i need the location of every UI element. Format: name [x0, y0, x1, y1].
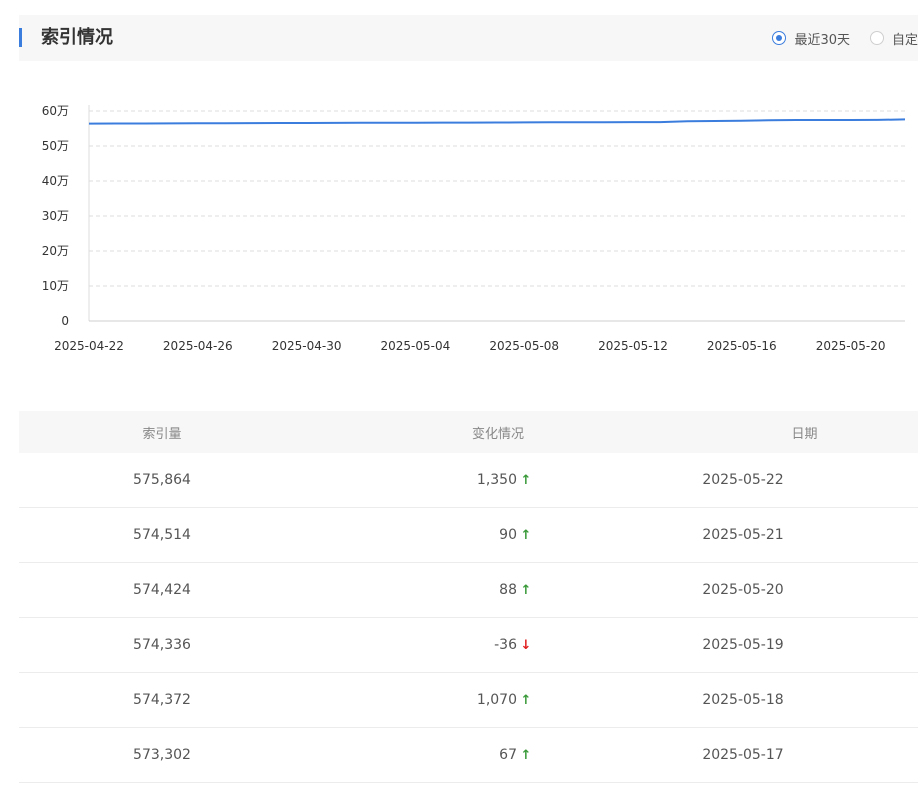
table-row: 573,302 67 ↑ 2025-05-17 [19, 728, 918, 783]
change-value: 90 [499, 527, 517, 543]
col-header-change: 变化情况 [471, 426, 524, 442]
change-value: -36 [494, 637, 517, 653]
cell-change: 88 ↑ [305, 582, 533, 598]
title-accent-bar [19, 28, 22, 47]
chart-svg: 0 10万 20万 30万 40万 50万 60万 2025-04-22 2025-04-26 2… [42, 104, 906, 353]
arrow-up-icon: ↑ [520, 692, 532, 708]
change-value: 1,070 [476, 692, 517, 708]
cell-date: 2025-05-20 [702, 582, 784, 598]
y-tick-label: 20万 [42, 244, 69, 258]
y-tick-label: 50万 [42, 139, 69, 153]
col-header-count: 索引量 [142, 426, 182, 442]
table-row: 574,514 90 ↑ 2025-05-21 [19, 508, 918, 563]
cell-count: 573,302 [133, 747, 191, 763]
table-row: 574,424 88 ↑ 2025-05-20 [19, 563, 918, 618]
cell-date: 2025-05-19 [702, 637, 784, 653]
cell-date: 2025-05-22 [702, 472, 784, 488]
cell-change: 90 ↑ [305, 527, 533, 543]
cell-change: 1,070 ↑ [305, 692, 533, 708]
cell-date: 2025-05-21 [702, 527, 784, 543]
section-title: 索引情况 [41, 27, 113, 48]
radio-last-30-days[interactable]: 最近30天 [772, 29, 850, 48]
change-value: 1,350 [476, 472, 517, 488]
arrow-up-icon: ↑ [520, 582, 532, 598]
table-header: 索引量 变化情况 日期 [19, 411, 918, 453]
x-tick-label: 2025-05-12 [598, 339, 668, 353]
y-tick-label: 40万 [42, 174, 69, 188]
radio-label: 最近30天 [794, 32, 850, 48]
x-tick-label: 2025-04-26 [163, 339, 233, 353]
cell-count: 575,864 [133, 472, 191, 488]
table-row: 574,372 1,070 ↑ 2025-05-18 [19, 673, 918, 728]
cell-count: 574,372 [133, 692, 191, 708]
table-row: 574,336 -36 ↓ 2025-05-19 [19, 618, 918, 673]
arrow-down-icon: ↓ [520, 637, 532, 653]
date-range-radio-group: 最近30天 自定 [772, 15, 918, 61]
table-row: 575,864 1,350 ↑ 2025-05-22 [19, 453, 918, 508]
section-header: 索引情况 最近30天 自定 [19, 15, 918, 61]
y-tick-label: 60万 [42, 104, 69, 118]
index-trend-chart: 0 10万 20万 30万 40万 50万 60万 2025-04-22 2025-04-26 2… [0, 90, 918, 360]
cell-count: 574,424 [133, 582, 191, 598]
cell-count: 574,514 [133, 527, 191, 543]
x-tick-label: 2025-05-16 [707, 339, 777, 353]
cell-change: -36 ↓ [305, 637, 533, 653]
radio-label: 自定 [891, 32, 918, 48]
radio-unchecked-icon [869, 31, 884, 45]
x-tick-label: 2025-04-30 [272, 339, 342, 353]
change-value: 88 [499, 582, 517, 598]
index-table: 索引量 变化情况 日期 575,864 1,350 ↑ 2025-05-22 574,5… [19, 411, 918, 783]
table-body: 575,864 1,350 ↑ 2025-05-22 574,514 90 ↑ 2025-05… [19, 453, 918, 783]
y-tick-label: 10万 [42, 279, 69, 293]
x-tick-label: 2025-05-04 [381, 339, 451, 353]
cell-change: 1,350 ↑ [305, 472, 533, 488]
cell-change: 67 ↑ [305, 747, 533, 763]
arrow-up-icon: ↑ [520, 527, 532, 543]
cell-date: 2025-05-18 [702, 692, 784, 708]
x-tick-label: 2025-05-08 [489, 339, 559, 353]
change-value: 67 [499, 747, 517, 763]
x-tick-label: 2025-05-20 [816, 339, 886, 353]
x-tick-label: 2025-04-22 [54, 339, 124, 353]
cell-date: 2025-05-17 [702, 747, 784, 763]
col-header-date: 日期 [791, 426, 818, 442]
series-line [88, 118, 906, 125]
radio-checked-icon [772, 31, 787, 45]
y-tick-label: 0 [61, 314, 69, 328]
y-tick-label: 30万 [42, 209, 69, 223]
arrow-up-icon: ↑ [520, 747, 532, 763]
cell-count: 574,336 [133, 637, 191, 653]
radio-custom-range[interactable]: 自定 [869, 29, 918, 48]
arrow-up-icon: ↑ [520, 472, 532, 488]
